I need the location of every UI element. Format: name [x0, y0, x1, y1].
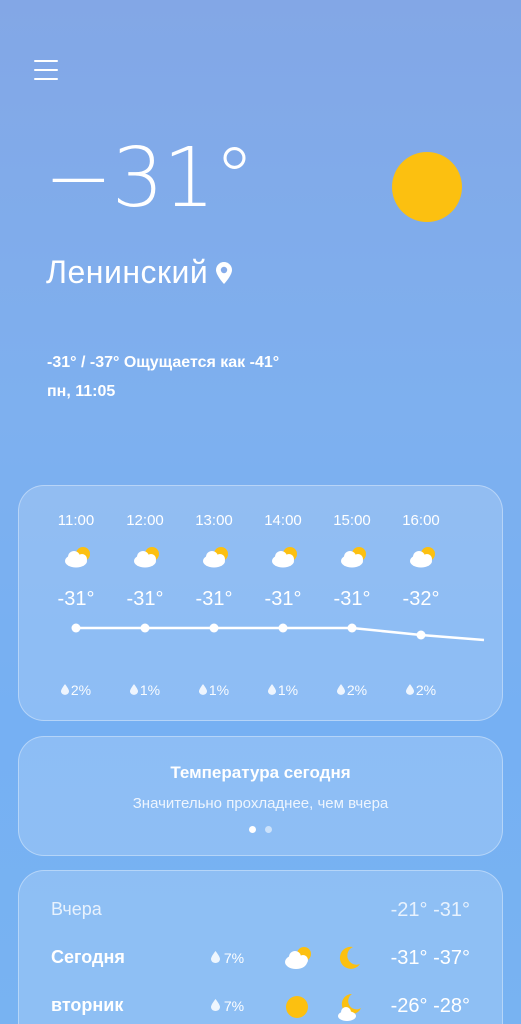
temperature-point — [71, 623, 81, 633]
hour-time: 14:00 — [264, 512, 302, 529]
partly-cloudy-night-icon — [338, 993, 361, 1021]
partly-cloudy-day-icon — [272, 547, 297, 568]
hour-temp: -31° — [333, 588, 371, 610]
day-precip: 7% — [211, 950, 244, 966]
partly-cloudy-day-icon — [341, 547, 366, 568]
hour-temp: -31° — [126, 588, 164, 610]
temperature-point — [416, 630, 426, 640]
hour-precip: 2% — [386, 682, 456, 698]
summary-subtitle: Значительно прохладнее, чем вчера — [132, 795, 389, 812]
hi-lo-feels-like: -31° / -37° Ощущается как -41° — [47, 354, 280, 371]
raindrop-icon — [267, 682, 276, 698]
temperature-point — [209, 623, 219, 633]
hour-precip-value: 2% — [415, 682, 437, 698]
hour-time: 13:00 — [195, 512, 233, 529]
sun-icon — [392, 152, 462, 222]
raindrop-icon — [211, 998, 224, 1014]
hour-time: 15:00 — [333, 512, 371, 529]
hour-precip-value: 1% — [139, 682, 161, 698]
day-temps: -31° -37° — [390, 947, 470, 969]
hour-time: 12:00 — [126, 512, 164, 529]
current-datetime: пн, 11:05 — [47, 383, 116, 400]
temperature-point — [347, 623, 357, 633]
crescent-moon-icon — [339, 946, 360, 969]
day-row-yesterday[interactable]: Вчера -21° -31° — [19, 899, 502, 929]
temperature-point — [278, 623, 288, 633]
summary-title: Температура сегодня — [170, 763, 351, 782]
partly-cloudy-day-icon — [410, 547, 435, 568]
location[interactable]: Ленинский — [46, 254, 233, 291]
page-dot-1[interactable] — [249, 826, 256, 833]
day-row-tuesday[interactable]: вторник 7% -26° -28° — [19, 993, 502, 1024]
hour-precip-value: 2% — [346, 682, 368, 698]
partly-cloudy-day-icon — [203, 547, 228, 568]
raindrop-icon — [336, 682, 345, 698]
raindrop-icon — [405, 682, 414, 698]
hour-temp: -31° — [195, 588, 233, 610]
hour-precip: 1% — [248, 682, 318, 698]
hour-temp: -31° — [57, 588, 95, 610]
day-name: Вчера — [51, 899, 102, 919]
hour-temp: -31° — [264, 588, 302, 610]
day-precip: 7% — [211, 998, 244, 1014]
current-temperature: −31° — [44, 131, 255, 226]
hour-precip-value: 2% — [70, 682, 92, 698]
partly-cloudy-day-icon — [285, 947, 311, 969]
hour-temp: -32° — [402, 588, 440, 610]
location-name: Ленинский — [46, 254, 209, 290]
page-indicator — [19, 826, 502, 833]
daily-forecast-card[interactable]: Вчера -21° -31° Сегодня 7% -31° -37° вто… — [18, 870, 503, 1024]
day-precip-value: 7% — [223, 998, 245, 1014]
hour-time: 16:00 — [402, 512, 440, 529]
page-dot-2[interactable] — [265, 826, 272, 833]
day-temps: -26° -28° — [390, 995, 470, 1017]
current-details: -31° / -37° Ощущается как -41° пн, 11:05 — [47, 348, 279, 406]
partly-cloudy-day-icon — [134, 547, 159, 568]
hour-precip-value: 1% — [208, 682, 230, 698]
day-row-today[interactable]: Сегодня 7% -31° -37° — [19, 946, 502, 977]
hour-precip-value: 1% — [277, 682, 299, 698]
day-name: вторник — [51, 995, 124, 1015]
hour-precip: 1% — [179, 682, 249, 698]
raindrop-icon — [198, 682, 207, 698]
hour-time: 11:00 — [57, 512, 95, 529]
raindrop-icon — [129, 682, 138, 698]
day-precip-value: 7% — [223, 950, 245, 966]
temperature-point — [140, 623, 150, 633]
hour-precip: 2% — [317, 682, 387, 698]
raindrop-icon — [211, 950, 224, 966]
hamburger-menu-icon[interactable] — [34, 58, 58, 82]
partly-cloudy-day-icon — [65, 547, 90, 568]
temperature-summary-card[interactable]: Температура сегодня Значительно прохладн… — [18, 736, 503, 856]
sun-icon — [286, 996, 308, 1018]
hour-precip: 2% — [41, 682, 111, 698]
raindrop-icon — [60, 682, 69, 698]
hourly-forecast-card[interactable]: 11:00 -31° 2% 12:00 -31° 1% 13:00 -31° 1% 14:00 -3… — [18, 485, 503, 721]
location-pin-icon — [216, 261, 233, 284]
day-temps: -21° -31° — [390, 899, 470, 921]
hour-precip: 1% — [110, 682, 180, 698]
day-name: Сегодня — [51, 947, 125, 967]
